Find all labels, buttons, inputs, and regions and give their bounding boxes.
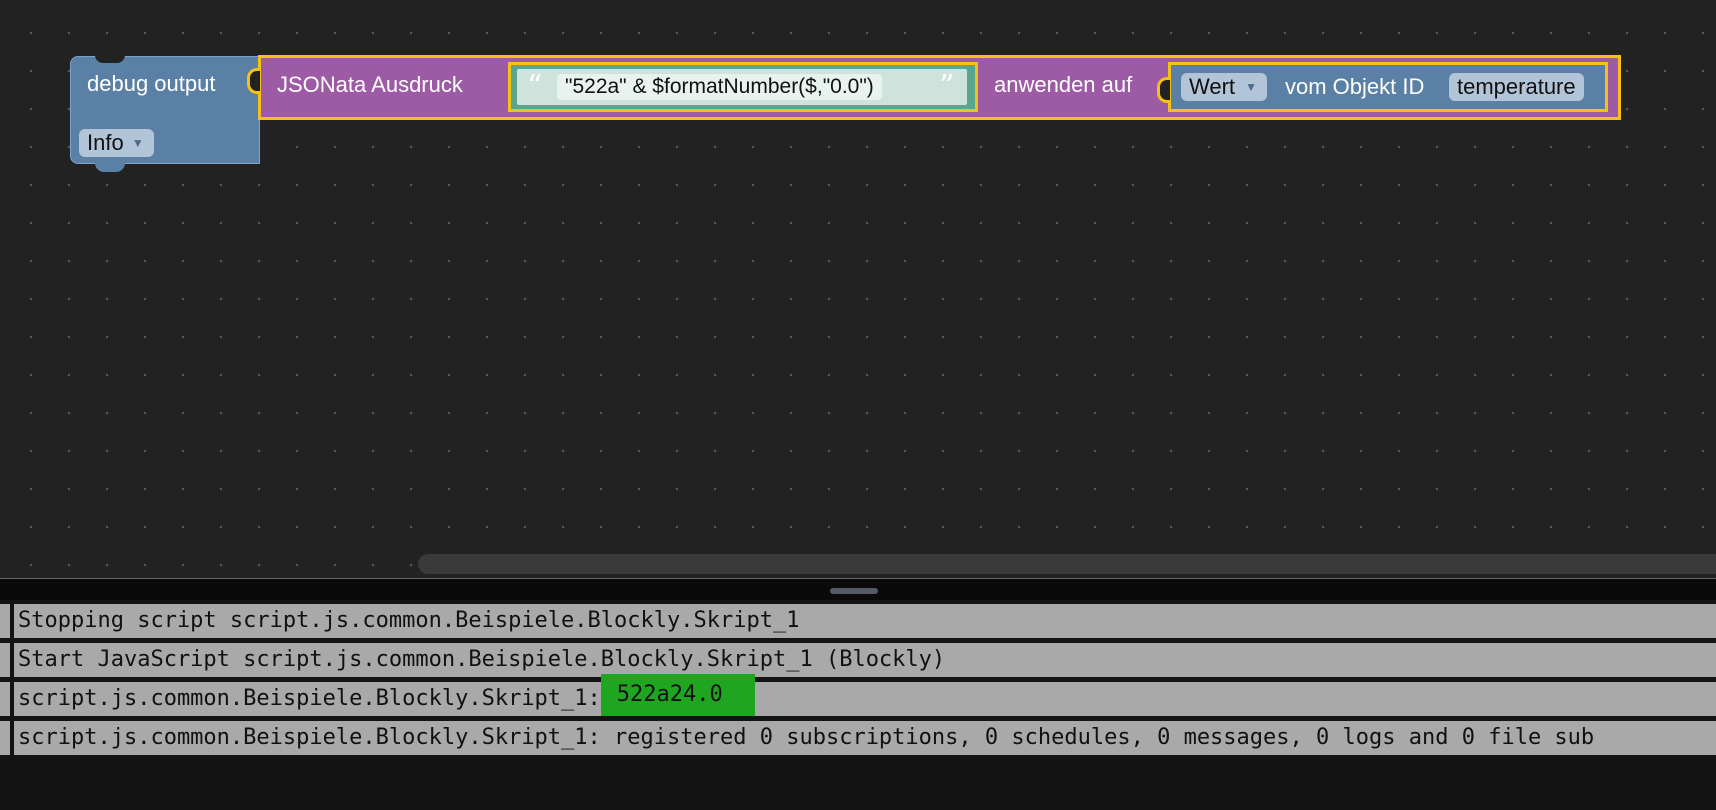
log-level-value: Info	[87, 130, 124, 155]
log-line: Stopping script script.js.common.Beispie…	[14, 604, 1716, 638]
attribute-value: Wert	[1189, 74, 1236, 99]
highlighted-output-value: 522a24.0	[600, 674, 755, 716]
blockly-workspace[interactable]: debug output Info ▼ JSONata Ausdruck anw…	[0, 0, 1716, 578]
block-notch-bottom	[95, 163, 125, 172]
apply-to-label: anwenden auf	[994, 72, 1133, 97]
panel-splitter[interactable]	[0, 578, 1716, 601]
jsonata-label: JSONata Ausdruck	[277, 72, 463, 97]
chevron-down-icon: ▼	[131, 136, 144, 150]
block-notch-top	[95, 55, 125, 63]
object-id-field[interactable]: temperature	[1449, 73, 1584, 101]
log-line: Start JavaScript script.js.common.Beispi…	[14, 643, 1716, 677]
text-string-block[interactable]: “ "522a" & $formatNumber($,"0.0") ”	[508, 62, 978, 112]
debug-output-block[interactable]: debug output Info ▼	[70, 55, 260, 172]
object-id-label: vom Objekt ID	[1285, 74, 1425, 99]
log-line: script.js.common.Beispiele.Blockly.Skrip…	[14, 674, 1716, 716]
attribute-dropdown[interactable]: Wert ▼	[1181, 73, 1268, 101]
expression-text-field[interactable]: "522a" & $formatNumber($,"0.0")	[557, 74, 882, 100]
log-marker	[0, 604, 10, 638]
debug-output-label: debug output	[87, 71, 216, 96]
horizontal-scrollbar[interactable]	[418, 554, 1716, 574]
puzzle-connector-icon	[247, 68, 260, 94]
drag-handle-icon[interactable]	[830, 588, 878, 594]
get-object-value-block[interactable]: Wert ▼ vom Objekt ID temperature	[1157, 62, 1608, 112]
text-block-body: “ "522a" & $formatNumber($,"0.0") ”	[517, 69, 967, 105]
log-line: script.js.common.Beispiele.Blockly.Skrip…	[14, 721, 1716, 755]
open-quote-icon: “	[527, 69, 543, 104]
log-marker	[0, 682, 10, 716]
chevron-down-icon: ▼	[1245, 80, 1258, 94]
puzzle-connector-icon	[1157, 77, 1170, 103]
log-marker	[0, 721, 10, 755]
log-line-prefix: script.js.common.Beispiele.Blockly.Skrip…	[18, 686, 601, 711]
log-marker	[0, 643, 10, 677]
log-level-dropdown[interactable]: Info ▼	[79, 129, 154, 157]
log-panel: Stopping script script.js.common.Beispie…	[0, 600, 1716, 810]
close-quote-icon: ”	[939, 69, 955, 104]
